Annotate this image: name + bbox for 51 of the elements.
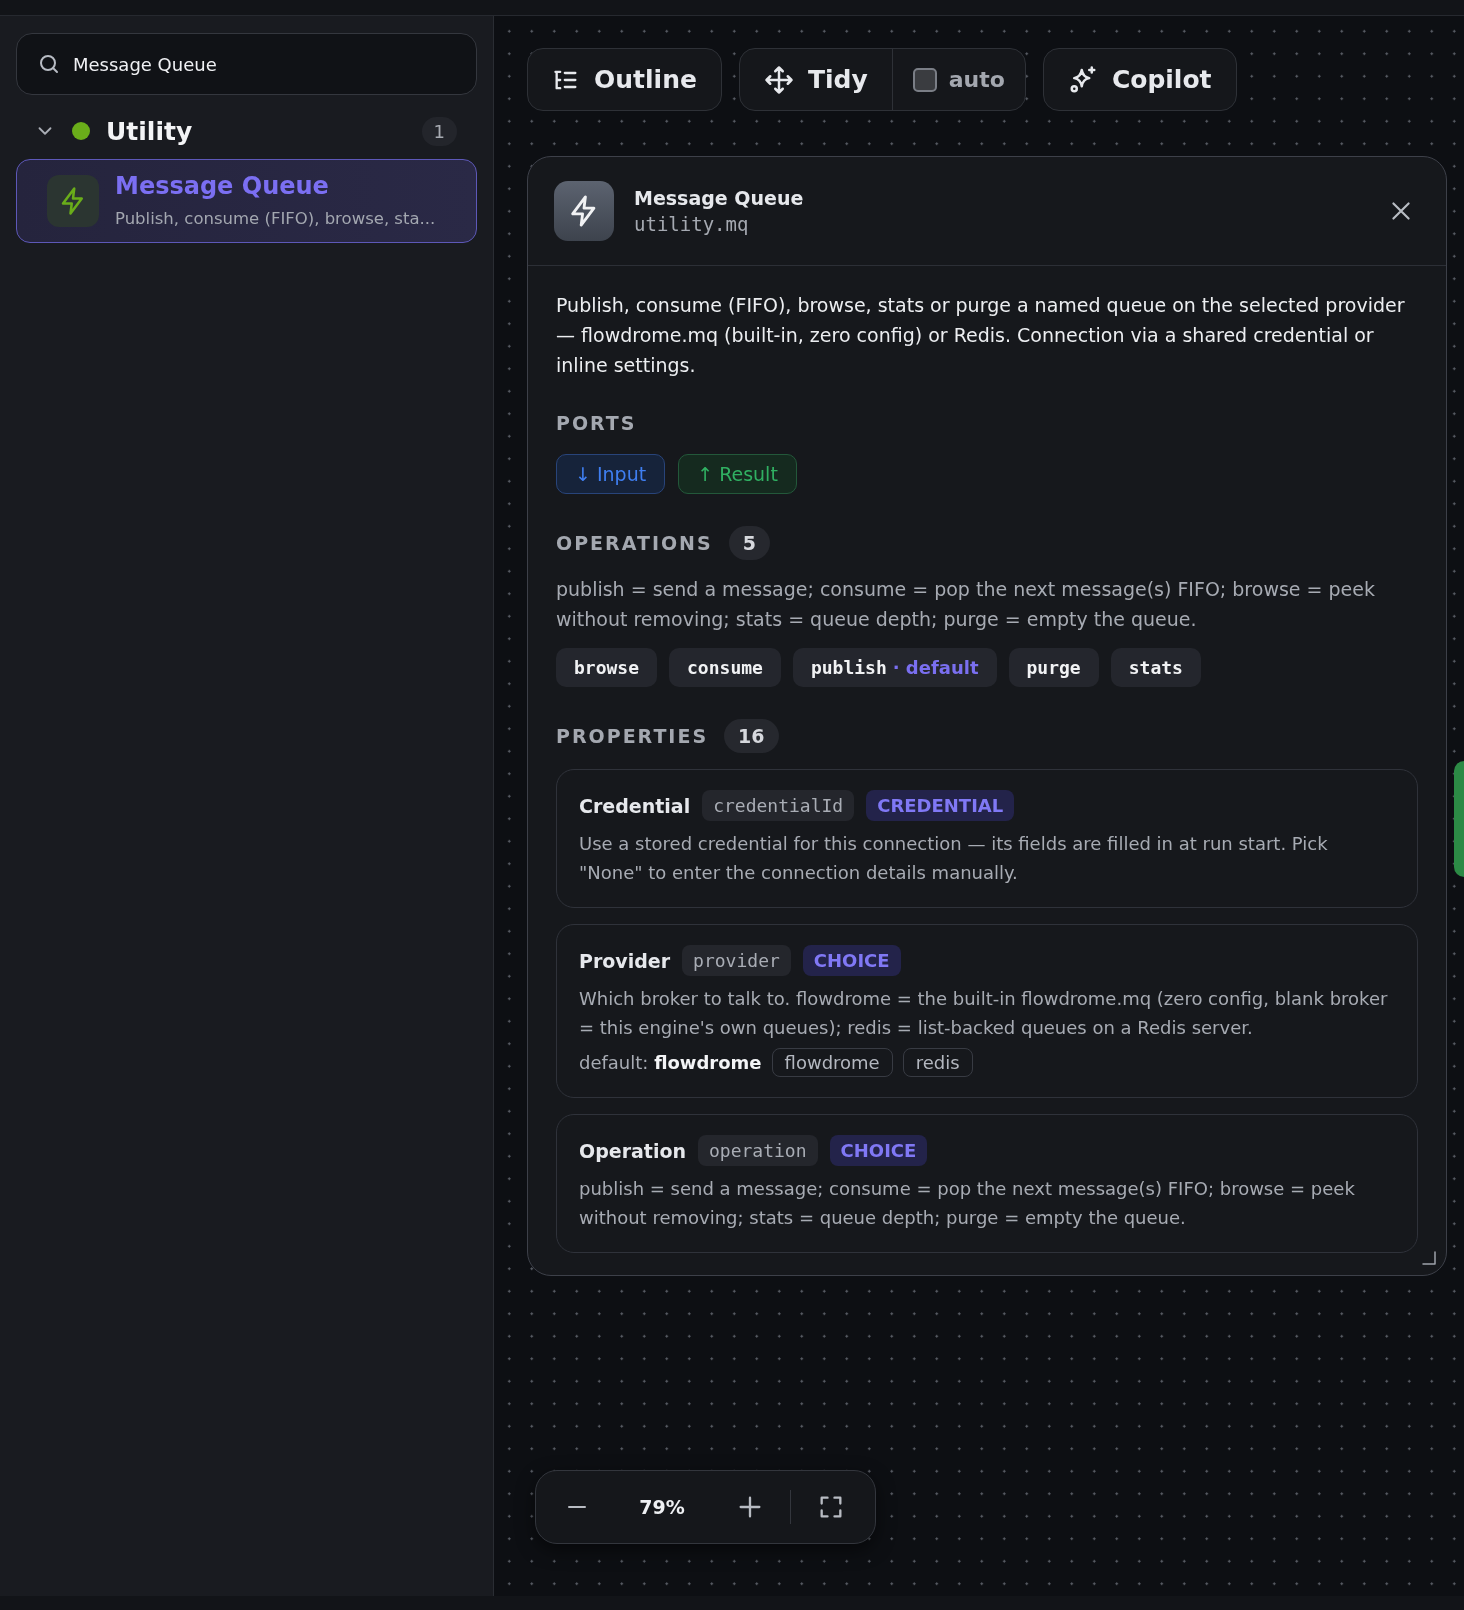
operation-chip: stats <box>1110 648 1201 687</box>
auto-toggle[interactable]: auto <box>892 49 1025 110</box>
property-key: credentialId <box>702 790 855 821</box>
node-list-item[interactable]: Message Queue Publish, consume (FIFO), browse, sta... <box>16 159 477 243</box>
default-value: default: flowdrome <box>579 1052 762 1073</box>
node-description: Publish, consume (FIFO), browse, stats or purge a named queue on the selected provider — flowdrome.mq (built-in, zero config) or Redis. Connection via a shared credential or inline settings. <box>556 293 1406 378</box>
property-description: Which broker to talk to. flowdrome = the built-in flowdrome.mq (zero config, blank broker = this engine's own queues); redis = list-backed queues on a Redis server. <box>579 987 1389 1040</box>
lightning-icon <box>47 175 99 227</box>
minus-icon <box>566 1506 588 1508</box>
property-description: publish = send a message; consume = pop the next message(s) FIFO; browse = peek without removing; stats = queue depth; purge = empty the queue. <box>579 1177 1356 1230</box>
operation-chip: purge <box>1008 648 1099 687</box>
zoom-level: 79% <box>638 1496 686 1518</box>
property-key: operation <box>698 1135 818 1166</box>
tidy-button[interactable]: Tidy <box>739 49 893 110</box>
count-badge: 16 <box>724 719 779 753</box>
section-heading: PORTS <box>556 412 638 434</box>
checkbox[interactable] <box>912 67 937 92</box>
default-label: · default <box>892 657 979 678</box>
output-port-tag: ↑ Result <box>678 454 797 494</box>
count-badge: 1 <box>421 116 457 146</box>
item-description: Publish, consume (FIFO), browse, sta... <box>115 208 436 230</box>
node-type-id: utility.mq <box>634 213 750 235</box>
count-badge: 5 <box>728 526 770 560</box>
property-label: Provider <box>579 949 671 972</box>
resize-handle-icon <box>1420 1249 1438 1267</box>
operation-chip: publish · default <box>792 648 997 687</box>
lightning-icon <box>554 181 614 241</box>
move-arrows-icon <box>763 64 794 95</box>
outline-button[interactable]: Outline <box>527 48 722 111</box>
property-label: Operation <box>579 1139 686 1162</box>
section-heading: PROPERTIES <box>556 725 709 747</box>
property-label: Credential <box>579 794 691 817</box>
property-description: Use a stored credential for this connection — its fields are filled in at run start. Pick "None" to enter the connection details manually. <box>579 832 1329 885</box>
search-input[interactable]: Message Queue <box>73 53 456 75</box>
input-port-tag: ↓ Input <box>556 454 666 494</box>
category-header[interactable]: Utility 1 <box>16 107 477 155</box>
property-type-tag: CHOICE <box>802 945 901 976</box>
option-chip: redis <box>902 1048 973 1077</box>
option-chip: flowdrome <box>771 1048 893 1077</box>
property-key: provider <box>682 945 791 976</box>
item-title: Message Queue <box>115 171 330 202</box>
search-field[interactable]: Message Queue <box>16 33 477 95</box>
operations-description: publish = send a message; consume = pop the next message(s) FIFO; browse = peek without removing; stats = queue depth; purge = empty the queue. <box>556 577 1376 632</box>
copilot-button[interactable]: Copilot <box>1042 48 1237 111</box>
panel-title: Message Queue <box>634 187 805 209</box>
property-type-tag: CREDENTIAL <box>866 790 1015 821</box>
property-type-tag: CHOICE <box>829 1135 928 1166</box>
operation-chip: consume <box>669 648 781 687</box>
section-heading: OPERATIONS <box>556 532 713 554</box>
operation-chip: browse <box>556 648 658 687</box>
search-icon <box>37 52 61 76</box>
